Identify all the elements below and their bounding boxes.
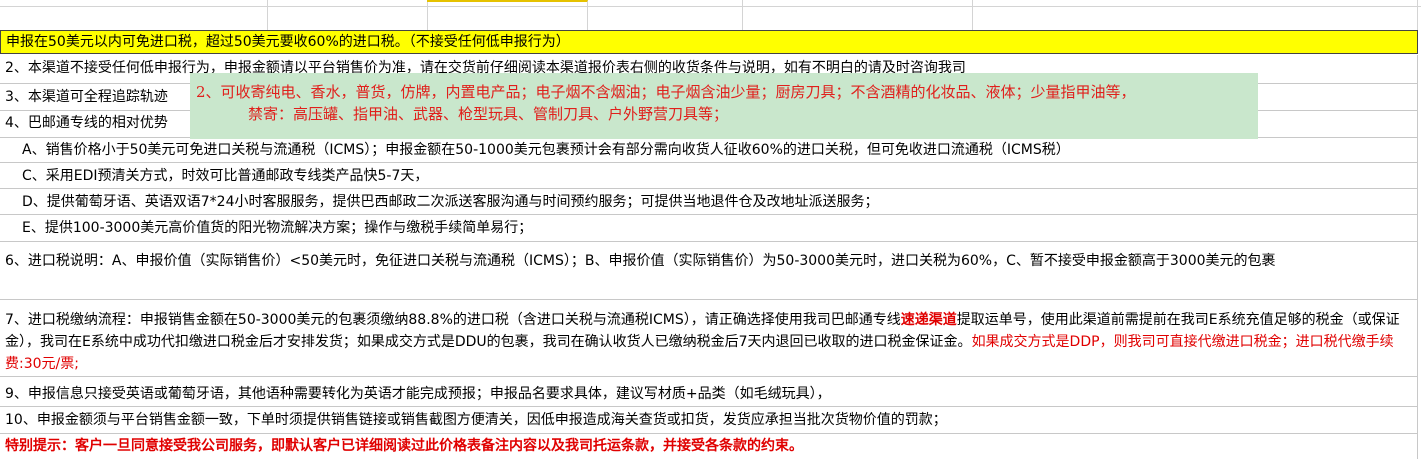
grid-cell[interactable] <box>972 0 1418 30</box>
row-text: E、提供100-3000美元高价值货的阳光物流解决方案；操作与缴税手续简单易行； <box>22 220 533 236</box>
row-text: 3、本渠道可全程追踪轨迹 <box>5 89 168 105</box>
comment-popup[interactable]: 2、可收寄纯电、香水，普货，仿牌，内置电产品；电子烟不含烟油；电子烟含油少量；厨… <box>190 73 1258 139</box>
row-text: A、销售价格小于50美元可免进口关税与流通税（ICMS）；申报金额在50-100… <box>22 142 1070 158</box>
spreadsheet-grid-top <box>0 0 1421 32</box>
row-text: D、提供葡萄牙语、英语双语7*24小时客服服务，提供巴西邮政二次派送客服沟通与时… <box>22 194 879 210</box>
row-4c[interactable]: C、采用EDI预清关方式，时效可比普通邮政专线类产品快5-7天， <box>0 163 1418 189</box>
grid-cell[interactable] <box>267 0 428 30</box>
grid-cell[interactable] <box>587 0 743 30</box>
special-notice-row[interactable]: 特别提示：客户一旦同意接受我公司服务，即默认客户已详细阅读过此价格表备注内容以及… <box>0 434 1418 459</box>
row-4a[interactable]: A、销售价格小于50美元可免进口关税与流通税（ICMS）；申报金额在50-100… <box>0 138 1418 163</box>
row-text: 4、巴邮通专线的相对优势 <box>5 115 168 131</box>
grid-cell[interactable] <box>427 0 588 32</box>
row-text: 10、申报金额须与平台销售金额一致，下单时须提供销售链接或销售截图方便清关，因低… <box>5 412 947 428</box>
row-text: 申报在50美元以内可免进口税，超过50美元要收60%的进口税。（不接受任何低申报… <box>6 34 570 50</box>
row-text: C、采用EDI预清关方式，时效可比普通邮政专线类产品快5-7天， <box>22 168 429 184</box>
popup-line-allowed: 2、可收寄纯电、香水，普货，仿牌，内置电产品；电子烟不含烟油；电子烟含油少量；厨… <box>196 83 1136 101</box>
grid-line <box>0 6 1421 7</box>
row-4e[interactable]: E、提供100-3000美元高价值货的阳光物流解决方案；操作与缴税手续简单易行； <box>0 215 1418 242</box>
popup-line-prohibited: 禁寄：高压罐、指甲油、武器、枪型玩具、管制刀具、户外野营刀具等； <box>248 105 729 123</box>
row-10[interactable]: 10、申报金额须与平台销售金额一致，下单时须提供销售链接或销售截图方便清关，因低… <box>0 407 1418 434</box>
row-6[interactable]: 6、进口税说明：A、申报价值（实际销售价）<50美元时，免征进口关税与流通税（I… <box>0 242 1418 300</box>
notice-row-duty-free[interactable]: 申报在50美元以内可免进口税，超过50美元要收60%的进口税。（不接受任何低申报… <box>0 30 1418 54</box>
row-text: 7、进口税缴纳流程：申报销售金额在50-3000美元的包裹须缴纳88.8%的进口… <box>5 312 901 328</box>
row-4d[interactable]: D、提供葡萄牙语、英语双语7*24小时客服服务，提供巴西邮政二次派送客服沟通与时… <box>0 189 1418 215</box>
row-text: 9、申报信息只接受英语或葡萄牙语，其他语种需要转化为英语才能完成预报；申报品名要… <box>5 386 831 402</box>
red-highlight-text: 速递渠道 <box>900 312 957 328</box>
grid-cell[interactable] <box>742 0 973 30</box>
row-text: 特别提示：客户一旦同意接受我公司服务，即默认客户已详细阅读过此价格表备注内容以及… <box>5 438 803 454</box>
row-9[interactable]: 9、申报信息只接受英语或葡萄牙语，其他语种需要转化为英语才能完成预报；申报品名要… <box>0 377 1418 407</box>
grid-cell[interactable] <box>0 0 268 30</box>
row-7[interactable]: 7、进口税缴纳流程：申报销售金额在50-3000美元的包裹须缴纳88.8%的进口… <box>0 300 1418 377</box>
row-text: 6、进口税说明：A、申报价值（实际销售价）<50美元时，免征进口关税与流通税（I… <box>5 253 1276 269</box>
